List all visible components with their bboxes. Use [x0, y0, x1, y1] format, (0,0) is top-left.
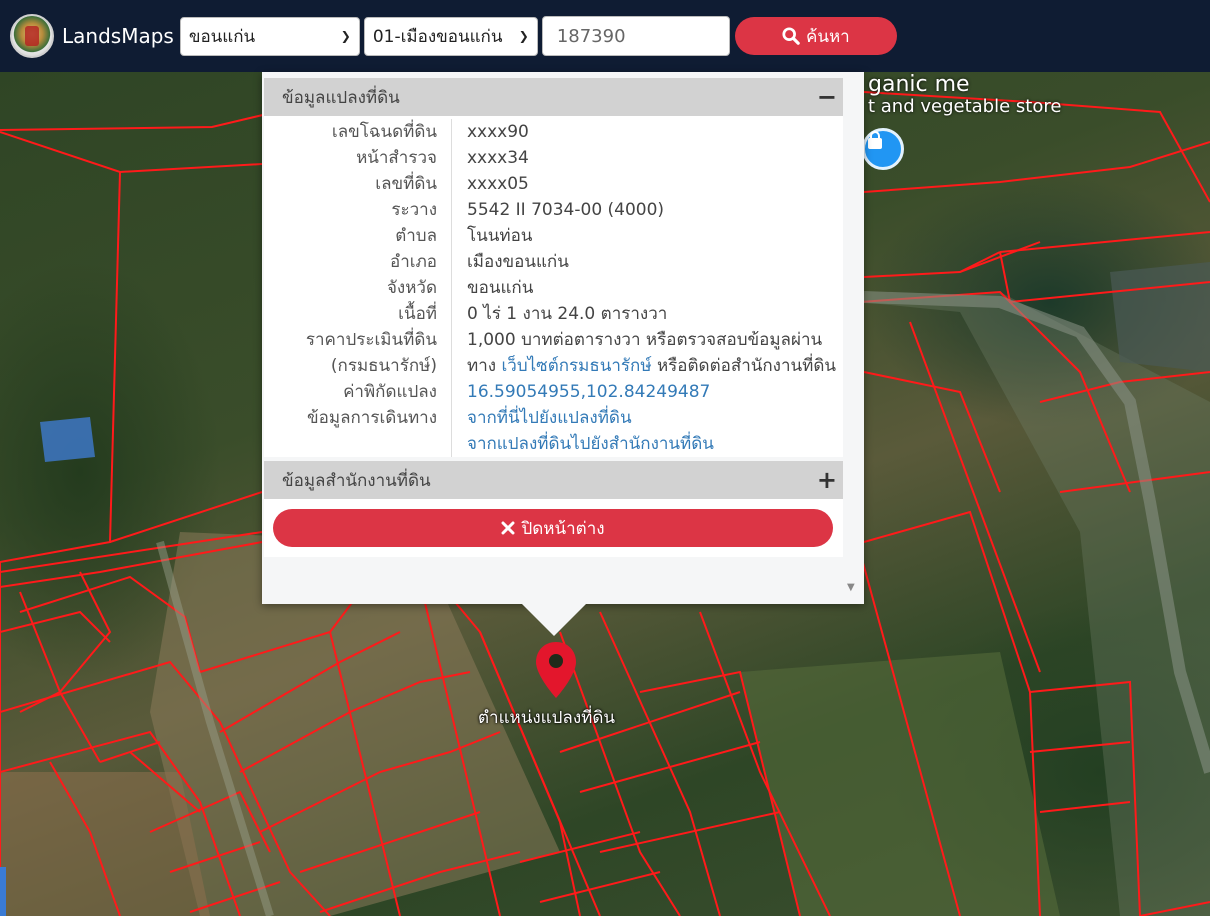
row-label: ตำบล: [264, 223, 452, 249]
price-label-line1: ราคาประเมินที่ดิน: [305, 330, 437, 350]
row-value: ขอนแก่น: [467, 278, 534, 298]
coord-row: ค่าพิกัดแปลง 16.59054955,102.84249487: [264, 379, 843, 405]
info-row: เลขโฉนดที่ดิน xxxx90: [264, 119, 843, 145]
row-label: ระวาง: [264, 197, 452, 223]
poi-name-label: ganic me: [868, 72, 970, 97]
land-office-panel: ข้อมูลสำนักงานที่ดิน +: [264, 461, 843, 499]
price-suffix: หรือติดต่อสำนักงานที่ดิน: [656, 356, 837, 376]
parcel-number-value: 187390: [556, 25, 626, 47]
row-value: โนนท่อน: [467, 226, 533, 246]
travel-row: ข้อมูลการเดินทาง จากที่นี่ไปยังแปลงที่ดิ…: [264, 405, 843, 457]
price-label-line2: (กรมธนารักษ์): [330, 356, 437, 376]
search-button[interactable]: ค้นหา: [734, 17, 897, 55]
info-row: เนื้อที่ 0 ไร่ 1 งาน 24.0 ตารางวา: [264, 301, 843, 327]
parcel-number-input[interactable]: 187390: [541, 16, 730, 56]
land-info-panel: ข้อมูลแปลงที่ดิน − เลขโฉนดที่ดิน xxxx90 ห…: [264, 78, 843, 457]
row-value: xxxx34: [467, 148, 529, 168]
brand-title: LandsMaps: [62, 24, 174, 48]
directions-to-parcel-link[interactable]: จากที่นี่ไปยังแปลงที่ดิน: [467, 405, 714, 431]
search-icon: [782, 27, 800, 45]
land-office-panel-title: ข้อมูลสำนักงานที่ดิน: [282, 470, 431, 491]
price-value: 1,000 บาทต่อตารางวา หรือตรวจสอบข้อมูลผ่า…: [452, 327, 836, 379]
price-value-line1: 1,000 บาทต่อตารางวา หรือตรวจสอบข้อมูลผ่า…: [467, 330, 823, 350]
close-icon: [501, 521, 515, 535]
info-row: หน้าสำรวจ xxxx34: [264, 145, 843, 171]
price-prefix: ทาง: [467, 356, 497, 376]
shopping-bag-icon: [868, 131, 882, 149]
price-label: ราคาประเมินที่ดิน (กรมธนารักษ์): [264, 327, 452, 379]
row-label: เนื้อที่: [264, 301, 452, 327]
province-select[interactable]: ขอนแก่น ❯: [179, 16, 360, 56]
row-label: อำเภอ: [264, 249, 452, 275]
land-info-rows: เลขโฉนดที่ดิน xxxx90 หน้าสำรวจ xxxx34 เลขท…: [264, 116, 843, 457]
row-value: xxxx05: [467, 174, 529, 194]
info-row: จังหวัด ขอนแก่น: [264, 275, 843, 301]
province-select-value: ขอนแก่น: [188, 26, 256, 47]
info-row: อำเภอ เมืองขอนแก่น: [264, 249, 843, 275]
row-label: เลขโฉนดที่ดิน: [264, 119, 452, 145]
travel-label-text: ข้อมูลการเดินทาง: [307, 408, 437, 428]
coordinate-link[interactable]: 16.59054955,102.84249487: [452, 379, 710, 405]
row-label: หน้าสำรวจ: [264, 145, 452, 171]
chevron-down-icon: ❯: [340, 29, 351, 43]
collapse-icon[interactable]: −: [817, 83, 837, 111]
row-value: เมืองขอนแก่น: [467, 252, 569, 272]
directions-to-office-link[interactable]: จากแปลงที่ดินไปยังสำนักงานที่ดิน: [467, 431, 714, 457]
department-seal-logo: [10, 14, 54, 58]
popup-pointer: [522, 604, 586, 636]
parcel-location-label: ตำแหน่งแปลงที่ดิน: [478, 708, 616, 728]
info-row: ตำบล โนนท่อน: [264, 223, 843, 249]
side-panel-tab[interactable]: [0, 867, 6, 916]
land-info-panel-title: ข้อมูลแปลงที่ดิน: [282, 87, 400, 108]
top-navbar: LandsMaps ขอนแก่น ❯ 01-เมืองขอนแก่น ❯ 18…: [0, 0, 1210, 72]
row-label: เลขที่ดิน: [264, 171, 452, 197]
treasury-website-link[interactable]: เว็บไซต์กรมธนารักษ์: [501, 356, 651, 376]
district-select-value: 01-เมืองขอนแก่น: [372, 26, 503, 47]
row-value: xxxx90: [467, 122, 529, 142]
info-row: เลขที่ดิน xxxx05: [264, 171, 843, 197]
search-button-label: ค้นหา: [805, 26, 850, 47]
poi-subtitle-label: t and vegetable store: [868, 96, 1062, 117]
land-info-panel-header[interactable]: ข้อมูลแปลงที่ดิน −: [264, 78, 843, 116]
parcel-location-marker[interactable]: [534, 640, 578, 704]
price-row: ราคาประเมินที่ดิน (กรมธนารักษ์) 1,000 บาท…: [264, 327, 843, 379]
scroll-down-arrow-icon[interactable]: ▼: [847, 582, 855, 593]
district-select[interactable]: 01-เมืองขอนแก่น ❯: [363, 16, 538, 56]
coord-label: ค่าพิกัดแปลง: [264, 379, 452, 405]
price-value-line2: ทาง เว็บไซต์กรมธนารักษ์ หรือติดต่อสำนักง…: [467, 353, 836, 379]
chevron-down-icon: ❯: [518, 29, 529, 43]
close-window-button[interactable]: ปิดหน้าต่าง: [273, 509, 833, 547]
travel-label: ข้อมูลการเดินทาง: [264, 405, 452, 457]
land-office-panel-header[interactable]: ข้อมูลสำนักงานที่ดิน +: [264, 461, 843, 499]
row-value: 0 ไร่ 1 งาน 24.0 ตารางวา: [467, 304, 668, 324]
close-window-label: ปิดหน้าต่าง: [521, 518, 605, 539]
map-pin-icon: [536, 642, 576, 698]
travel-links: จากที่นี่ไปยังแปลงที่ดิน จากแปลงที่ดินไป…: [452, 405, 714, 457]
expand-icon[interactable]: +: [817, 466, 837, 494]
info-row: ระวาง 5542 II 7034-00 (4000): [264, 197, 843, 223]
store-poi-marker[interactable]: [862, 128, 904, 170]
row-label: จังหวัด: [264, 275, 452, 301]
parcel-info-popup: ข้อมูลแปลงที่ดิน − เลขโฉนดที่ดิน xxxx90 ห…: [262, 72, 864, 604]
row-value: 5542 II 7034-00 (4000): [467, 200, 665, 220]
